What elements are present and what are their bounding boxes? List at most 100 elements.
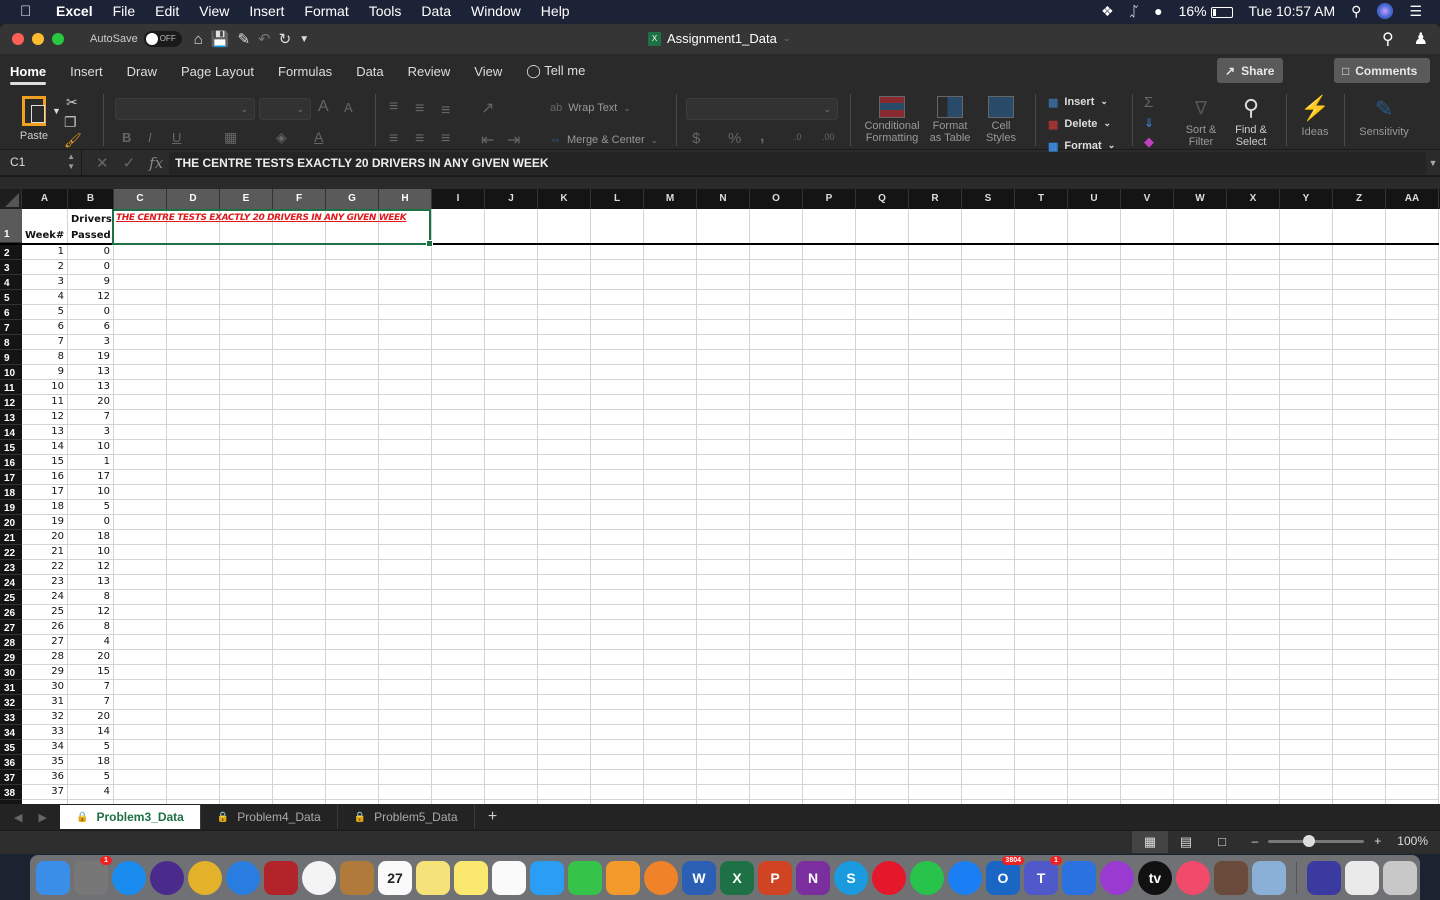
dock-image-app-icon[interactable] [1214,860,1248,895]
cell-e[interactable] [220,740,273,755]
cell-y[interactable] [1280,365,1333,380]
cell-l[interactable] [591,290,644,305]
cell-p[interactable] [803,635,856,650]
cell-n[interactable] [697,605,750,620]
cell-e[interactable] [220,620,273,635]
cell-j[interactable] [485,290,538,305]
tab-formulas[interactable]: Formulas [278,58,332,85]
cell-h[interactable] [379,755,432,770]
cell-q[interactable] [856,605,909,620]
cell-e[interactable] [220,710,273,725]
cell-d[interactable] [167,515,220,530]
orientation-icon[interactable]: ↗ [481,98,494,118]
sheet-tab-problem5[interactable]: 🔒 Problem5_Data [338,805,475,829]
cell-n[interactable] [697,695,750,710]
cell-y[interactable] [1280,335,1333,350]
cell-drivers-passed[interactable]: 20 [68,395,114,410]
cell-f[interactable] [273,500,326,515]
cell-r[interactable] [909,710,962,725]
cell-r[interactable] [909,275,962,290]
cell-h[interactable] [379,545,432,560]
cell-u[interactable] [1068,209,1121,243]
cell-drivers-passed[interactable]: 3 [68,335,114,350]
cell-h[interactable] [379,590,432,605]
cell-i[interactable] [432,695,485,710]
row-header[interactable]: 2 [0,245,22,260]
cell-t[interactable] [1015,365,1068,380]
cell-week[interactable]: 1 [22,245,68,260]
cell-k[interactable] [538,440,591,455]
autosum-icon[interactable]: Σ [1144,94,1153,111]
cell-week[interactable]: 10 [22,380,68,395]
column-header-e[interactable]: E [220,189,273,209]
cell-d[interactable] [167,545,220,560]
cell-s[interactable] [962,560,1015,575]
cell-x[interactable] [1227,305,1280,320]
tell-me[interactable]: ◯ Tell me [526,57,585,85]
row-header[interactable]: 20 [0,515,22,530]
cell-y[interactable] [1280,725,1333,740]
cell-d[interactable] [167,530,220,545]
cell-aa[interactable] [1386,695,1439,710]
cell-week[interactable]: 27 [22,635,68,650]
cell-w[interactable] [1174,290,1227,305]
cell-v[interactable] [1121,725,1174,740]
cell-r[interactable] [909,209,962,243]
cell-i[interactable] [432,620,485,635]
cell-z[interactable] [1333,755,1386,770]
cell-c[interactable] [114,650,167,665]
cell-week[interactable]: 16 [22,470,68,485]
cell-f[interactable] [273,455,326,470]
column-header-y[interactable]: Y [1280,189,1333,209]
cell-g[interactable] [326,440,379,455]
cell-week[interactable]: 26 [22,620,68,635]
cell-q[interactable] [856,365,909,380]
cell-d[interactable] [167,335,220,350]
cell-z[interactable] [1333,425,1386,440]
cell-u[interactable] [1068,530,1121,545]
cell-t[interactable] [1015,590,1068,605]
cell-drivers-passed[interactable]: 4 [68,785,114,800]
cell-o[interactable] [750,635,803,650]
delete-cells-button[interactable]: ▦ Delete ⌄ [1048,118,1111,131]
cell-n[interactable] [697,290,750,305]
cell-u[interactable] [1068,635,1121,650]
cell-n[interactable] [697,590,750,605]
cell-l[interactable] [591,365,644,380]
column-header-n[interactable]: N [697,189,750,209]
cell-n[interactable] [697,440,750,455]
cell-w[interactable] [1174,560,1227,575]
cell-week[interactable]: 21 [22,545,68,560]
cell-l[interactable] [591,380,644,395]
row-header[interactable]: 25 [0,590,22,605]
cell-g[interactable] [326,335,379,350]
cell-e[interactable] [220,485,273,500]
cell-h[interactable] [379,350,432,365]
cell-aa[interactable] [1386,515,1439,530]
row-header[interactable]: 11 [0,380,22,395]
cell-h[interactable] [379,380,432,395]
cell-y[interactable] [1280,575,1333,590]
dock-onenote-icon[interactable]: N [796,860,830,895]
cell-f[interactable] [273,245,326,260]
cell-l[interactable] [591,545,644,560]
cell-f[interactable] [273,305,326,320]
cell-aa[interactable] [1386,740,1439,755]
cell-aa[interactable] [1386,650,1439,665]
cell-x[interactable] [1227,365,1280,380]
cell-l[interactable] [591,740,644,755]
cell-t[interactable] [1015,209,1068,243]
cell-k[interactable] [538,785,591,800]
cell-h[interactable] [379,575,432,590]
cell-x[interactable] [1227,455,1280,470]
cell-p[interactable] [803,305,856,320]
cell-v[interactable] [1121,440,1174,455]
cell-drivers-passed[interactable]: 17 [68,470,114,485]
cell-week[interactable]: 35 [22,755,68,770]
column-header-z[interactable]: Z [1333,189,1386,209]
cell-v[interactable] [1121,710,1174,725]
column-header-j[interactable]: J [485,189,538,209]
cell-f[interactable] [273,530,326,545]
cell-z[interactable] [1333,245,1386,260]
cell-h[interactable] [379,785,432,800]
